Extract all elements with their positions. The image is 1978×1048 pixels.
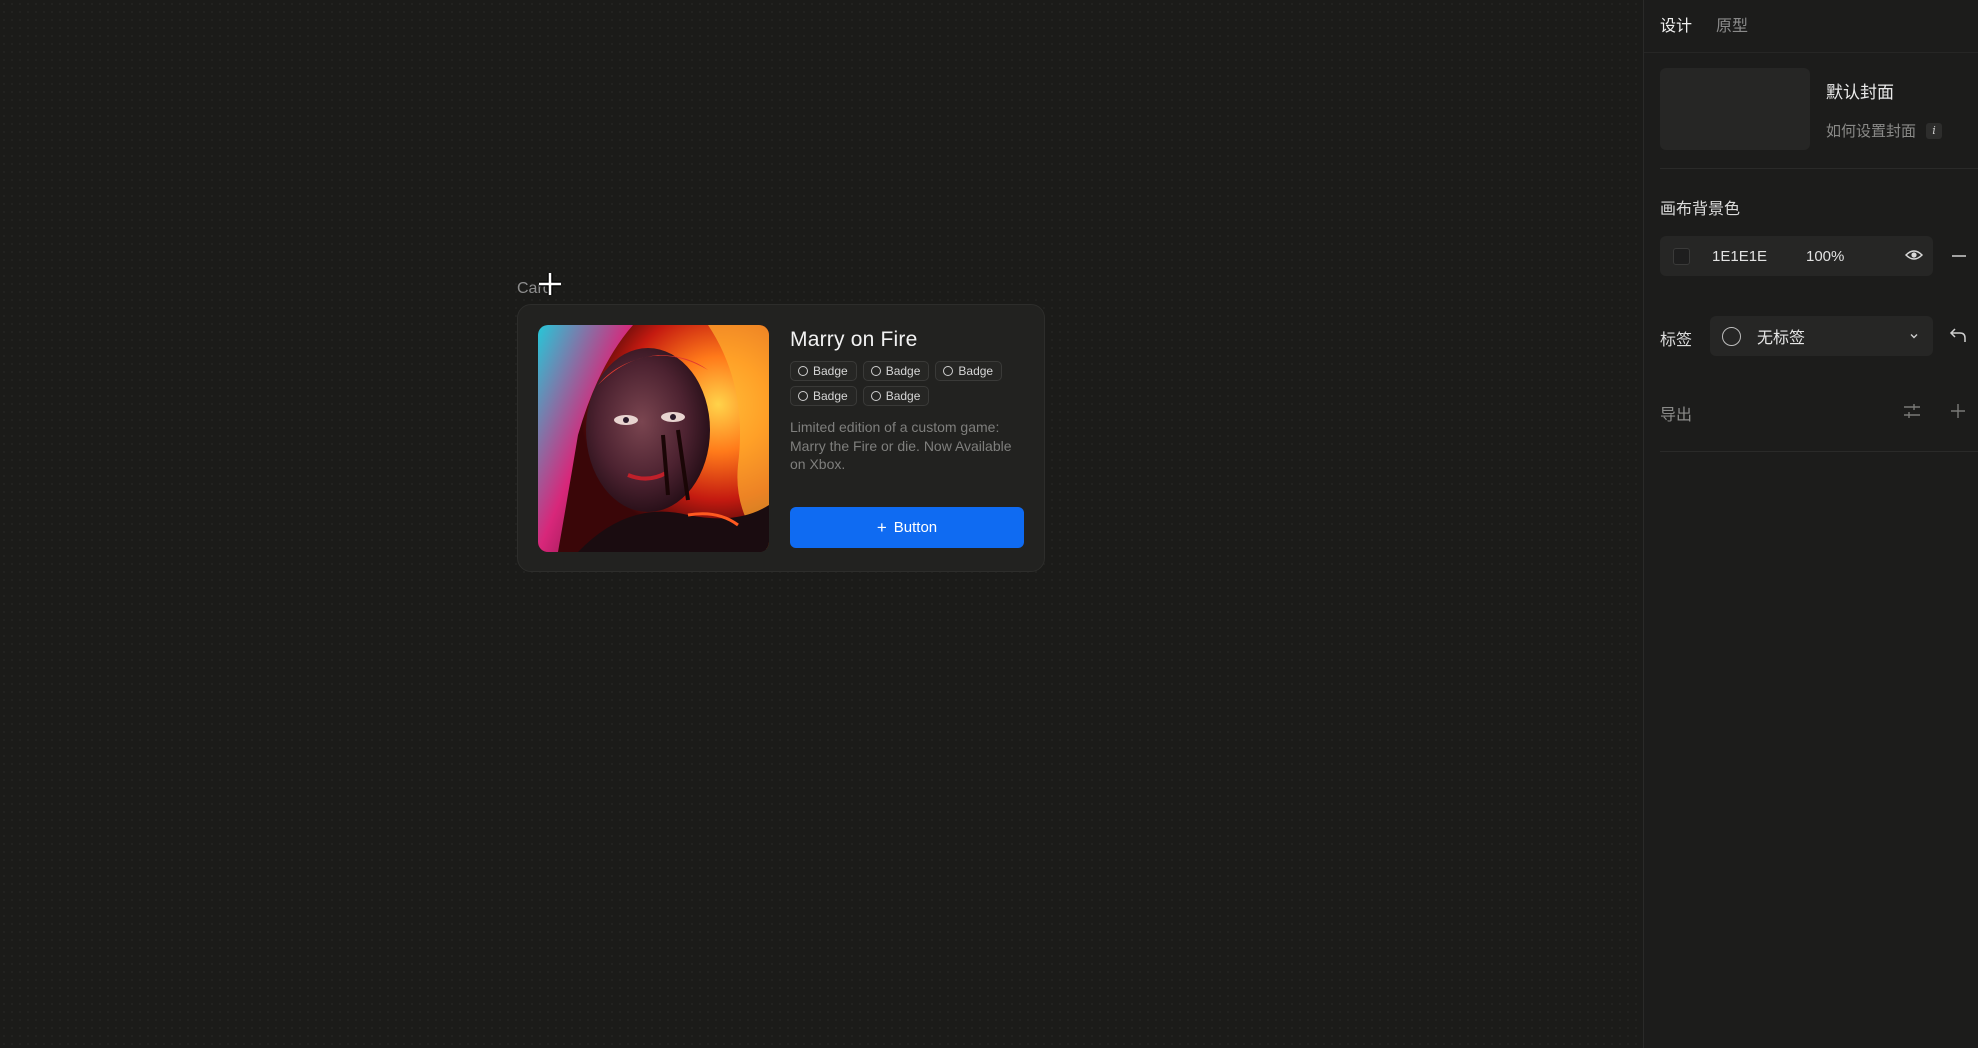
circle-icon [1722,326,1741,346]
panel-tabs: 设计 原型 [1660,12,1748,36]
card-body: Marry on Fire Badge Badge Badge Badge Ba… [790,325,1025,474]
properties-panel: 设计 原型 默认封面 如何设置封面 i 画布背景色 1E1E1E 100% 标签… [1643,0,1978,1048]
circle-icon [870,391,881,401]
chevron-down-icon [1910,334,1918,339]
plus-icon[interactable] [1950,403,1966,419]
badge-label: Badge [885,364,921,378]
badge[interactable]: Badge [790,361,857,381]
badge[interactable]: Badge [790,386,857,406]
color-swatch[interactable] [1673,247,1690,265]
cover-title: 默认封面 [1826,83,1894,102]
design-canvas[interactable]: Card Marry on Fire Badge Badge Badge Bad… [0,0,1643,1048]
minus-icon[interactable] [1951,248,1967,264]
badge[interactable]: Badge [862,386,930,406]
canvas-bg-label: 画布背景色 [1660,201,1741,218]
section-divider [1660,168,1978,169]
info-icon[interactable]: i [1926,122,1943,139]
badge-label: Badge [813,364,848,378]
opacity-value[interactable]: 100% [1806,248,1844,265]
canvas-bg-color-field[interactable]: 1E1E1E 100% [1660,236,1933,276]
tag-dropdown[interactable]: 无标签 [1710,316,1933,356]
tabs-divider [1644,52,1978,53]
section-divider [1660,451,1978,452]
circle-icon [870,366,881,376]
circle-icon [798,366,808,376]
card-action-button[interactable]: + Button [790,507,1024,548]
badge-list: Badge Badge Badge Badge Badge [790,361,1025,406]
hex-value[interactable]: 1E1E1E [1712,248,1806,265]
badge[interactable]: Badge [935,361,1003,381]
adjust-icon[interactable] [1903,403,1921,419]
tab-design[interactable]: 设计 [1660,12,1692,36]
card-cover-image [538,325,769,552]
tag-label: 标签 [1660,332,1693,349]
eye-icon[interactable] [1905,248,1923,262]
fire-portrait-illustration [538,325,769,552]
badge-label: Badge [813,389,848,403]
circle-icon [798,391,808,401]
badge-label: Badge [885,389,921,403]
move-cursor-icon [539,273,561,295]
tab-prototype[interactable]: 原型 [1716,12,1748,36]
export-label: 导出 [1660,407,1693,424]
plus-icon: + [876,518,887,537]
cover-help-link[interactable]: 如何设置封面 i [1826,120,1943,141]
circle-icon [943,366,954,376]
card-description: Limited edition of a custom game: Marry … [790,419,1012,472]
cover-thumbnail[interactable] [1660,68,1810,150]
badge-label: Badge [958,364,994,378]
cover-help-text: 如何设置封面 [1826,123,1917,140]
undo-icon[interactable] [1949,326,1967,344]
card-title: Marry on Fire [790,328,918,351]
badge[interactable]: Badge [862,361,930,381]
tag-value: 无标签 [1757,330,1806,347]
card-component[interactable]: Marry on Fire Badge Badge Badge Badge Ba… [517,304,1045,572]
button-label: Button [893,519,938,536]
